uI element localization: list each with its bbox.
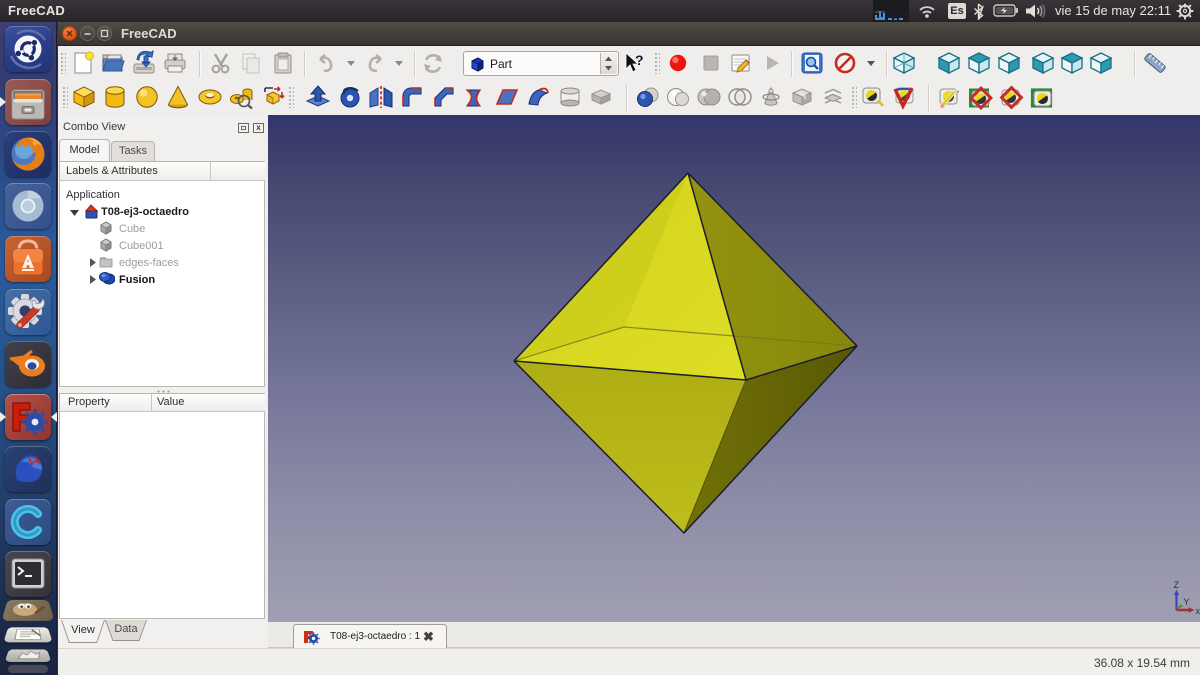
svg-text:Z: Z [1174,580,1180,590]
svg-text:?: ? [635,52,644,68]
svg-text:x: x [1196,606,1200,616]
svg-text:Y: Y [1184,597,1190,607]
